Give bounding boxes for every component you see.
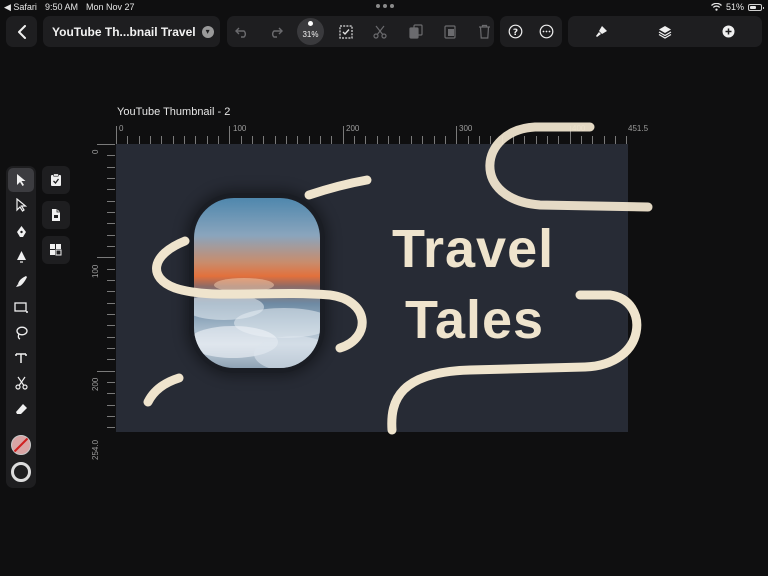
boolean-subtract-button[interactable]	[42, 201, 70, 229]
headline-tales[interactable]: Tales	[405, 293, 544, 347]
shape-tool[interactable]	[8, 295, 34, 319]
scissors-tool[interactable]	[8, 371, 34, 395]
battery-icon	[748, 3, 764, 11]
ruler-h-label: 0	[119, 124, 124, 133]
eraser-tool[interactable]	[8, 397, 34, 421]
status-bar: ◀ Safari 9:50 AM Mon Nov 27 51%	[0, 0, 768, 14]
help-toolbar: ?	[500, 16, 562, 47]
boolean-unite-button[interactable]	[42, 166, 70, 194]
back-button[interactable]	[6, 16, 37, 47]
ruler-v-label: 0	[91, 149, 100, 154]
tool-palette	[6, 166, 36, 488]
document-title-button[interactable]: YouTube Th...bnail Travel ▾	[43, 16, 220, 47]
fill-none-icon	[11, 435, 31, 455]
direct-select-icon	[16, 198, 27, 212]
pen-icon	[16, 225, 26, 237]
zoom-level: 31%	[302, 30, 319, 39]
grid-icon	[50, 244, 62, 256]
back-to-app-link[interactable]: ◀ Safari	[4, 2, 37, 13]
add-button[interactable]	[715, 16, 741, 47]
ruler-h-ticks	[116, 126, 627, 144]
ruler-v-label: 100	[91, 264, 100, 278]
document-copy-icon	[51, 209, 60, 221]
status-time: 9:50 AM	[44, 2, 78, 12]
text-icon	[15, 353, 27, 363]
ruler-v-label: 200	[91, 377, 100, 391]
undo-icon	[235, 27, 246, 38]
help-icon[interactable]: ?	[508, 24, 523, 39]
lasso-tool[interactable]	[8, 321, 34, 345]
battery-percent: 51%	[725, 2, 744, 12]
clipboard-check-icon	[51, 173, 61, 186]
chevron-left-icon	[17, 24, 26, 39]
boolean-intersect-button[interactable]	[42, 236, 70, 264]
select-all-button[interactable]	[333, 16, 359, 47]
text-tool[interactable]	[8, 346, 34, 370]
svg-text:?: ?	[513, 28, 518, 38]
ruler-h-label: 300	[459, 124, 473, 133]
pen-tool[interactable]	[8, 219, 34, 243]
chevron-down-icon: ▾	[201, 25, 214, 38]
eraser-icon	[15, 404, 27, 414]
brush-icon	[15, 275, 27, 287]
undo-button[interactable]	[229, 16, 255, 47]
artboard-label[interactable]: YouTube Thumbnail - 2	[117, 106, 230, 118]
fill-swatch[interactable]	[8, 432, 34, 458]
scissors-icon	[373, 25, 387, 39]
rectangle-icon	[14, 302, 28, 313]
cut-button[interactable]	[367, 16, 393, 47]
zoom-button[interactable]: 31%	[297, 18, 324, 45]
wifi-icon	[711, 3, 722, 11]
vertical-ruler[interactable]: 0 100 200 254.0	[91, 144, 115, 460]
select-tool[interactable]	[8, 168, 34, 192]
ruler-v-label: 254.0	[91, 439, 100, 460]
ruler-h-label-end: 451.5	[628, 124, 649, 133]
copy-button[interactable]	[403, 16, 429, 47]
multitasking-dots[interactable]	[376, 4, 394, 8]
layers-panel-button[interactable]	[652, 16, 678, 47]
stroke-swatch[interactable]	[8, 459, 34, 485]
ruler-h-label: 200	[346, 124, 360, 133]
paste-icon	[444, 25, 456, 39]
ruler-h-label: 400	[572, 124, 586, 133]
select-box-icon	[339, 24, 353, 39]
style-panel-button[interactable]	[588, 16, 614, 47]
panels-toolbar	[568, 16, 762, 47]
plus-circle-icon	[722, 25, 734, 38]
ruler-h-label: 100	[233, 124, 247, 133]
layers-icon	[658, 25, 672, 39]
redo-button[interactable]	[263, 16, 289, 47]
scissors-icon	[14, 376, 28, 390]
brush-tool[interactable]	[8, 269, 34, 293]
paste-button[interactable]	[437, 16, 463, 47]
redo-icon	[272, 27, 283, 38]
lasso-icon	[15, 326, 28, 340]
pencil-tool[interactable]	[8, 244, 34, 268]
more-icon[interactable]	[539, 24, 554, 39]
status-date: Mon Nov 27	[85, 2, 135, 12]
stroke-icon	[11, 462, 31, 482]
airplane-window-photo[interactable]	[194, 198, 320, 368]
delete-button[interactable]	[471, 16, 497, 47]
direct-select-tool[interactable]	[8, 193, 34, 217]
select-arrow-icon	[17, 174, 26, 186]
headline-travel[interactable]: Travel	[392, 222, 554, 276]
edit-toolbar: 31%	[227, 16, 494, 47]
brush-icon	[596, 25, 607, 37]
pencil-icon	[16, 250, 26, 263]
copy-icon	[409, 24, 423, 39]
trash-icon	[478, 24, 490, 39]
horizontal-ruler[interactable]: 0 100 200 300 400 451.5	[116, 122, 648, 144]
document-title: YouTube Th...bnail Travel	[52, 24, 196, 39]
